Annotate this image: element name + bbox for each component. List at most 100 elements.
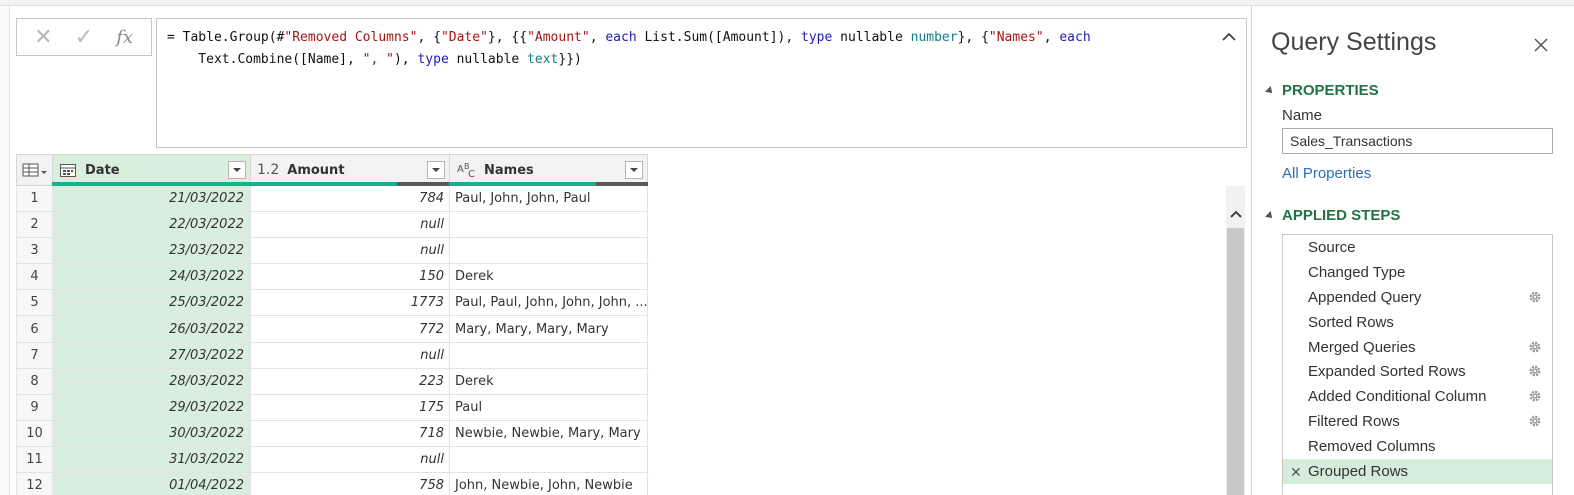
- amount-cell[interactable]: null: [250, 238, 449, 264]
- date-cell[interactable]: 22/03/2022: [52, 212, 250, 238]
- formula-text[interactable]: = Table.Group(#"Removed Columns", {"Date…: [167, 27, 1207, 71]
- applied-step[interactable]: Added Conditional Column: [1283, 384, 1552, 409]
- row-number[interactable]: 2: [16, 212, 52, 238]
- names-cell[interactable]: [449, 238, 648, 264]
- fx-icon[interactable]: fx: [108, 22, 142, 52]
- amount-cell[interactable]: 758: [250, 473, 449, 495]
- vertical-scrollbar[interactable]: [1226, 186, 1245, 495]
- gear-icon[interactable]: [1528, 340, 1542, 354]
- query-name-input[interactable]: Sales_Transactions: [1282, 128, 1553, 154]
- date-cell[interactable]: 25/03/2022: [52, 290, 250, 316]
- amount-cell[interactable]: 784: [250, 186, 449, 212]
- applied-step[interactable]: Expanded Sorted Rows: [1283, 359, 1552, 384]
- date-cell[interactable]: 01/04/2022: [52, 473, 250, 495]
- gear-icon[interactable]: [1528, 364, 1542, 378]
- left-collapsed-pane[interactable]: [0, 6, 10, 495]
- amount-cell[interactable]: null: [250, 342, 449, 368]
- filter-dropdown-date[interactable]: [228, 161, 246, 179]
- applied-step[interactable]: Sorted Rows: [1283, 310, 1552, 335]
- table-row[interactable]: 8 28/03/2022 223 Derek: [16, 368, 649, 395]
- amount-cell[interactable]: 772: [250, 316, 449, 342]
- table-row[interactable]: 1 21/03/2022 784 Paul, John, John, Paul: [16, 186, 649, 213]
- table-row[interactable]: 2 22/03/2022 null: [16, 212, 649, 239]
- properties-heading: PROPERTIES: [1282, 82, 1379, 99]
- names-cell[interactable]: Derek: [449, 368, 648, 394]
- row-number[interactable]: 3: [16, 238, 52, 264]
- amount-cell[interactable]: 175: [250, 394, 449, 420]
- date-cell[interactable]: 26/03/2022: [52, 316, 250, 342]
- gear-icon[interactable]: [1528, 414, 1542, 428]
- row-number[interactable]: 9: [16, 394, 52, 420]
- table-row[interactable]: 5 25/03/2022 1773 Paul, Paul, John, John, J…: [16, 290, 649, 317]
- properties-section[interactable]: PROPERTIES: [1265, 82, 1379, 99]
- amount-cell[interactable]: 718: [250, 420, 449, 446]
- date-cell[interactable]: 30/03/2022: [52, 420, 250, 446]
- names-cell[interactable]: Paul, John, John, Paul: [449, 186, 648, 212]
- names-cell[interactable]: Newbie, Newbie, Mary, Mary: [449, 420, 648, 446]
- amount-cell[interactable]: 1773: [250, 290, 449, 316]
- table-row[interactable]: 4 24/03/2022 150 Derek: [16, 264, 649, 291]
- date-cell[interactable]: 31/03/2022: [52, 446, 250, 473]
- row-number[interactable]: 12: [16, 473, 52, 495]
- names-cell[interactable]: [449, 342, 648, 368]
- table-row[interactable]: 6 26/03/2022 772 Mary, Mary, Mary, Mary: [16, 316, 649, 343]
- date-cell[interactable]: 23/03/2022: [52, 238, 250, 264]
- filter-dropdown-names[interactable]: [625, 161, 643, 179]
- formula-editor[interactable]: = Table.Group(#"Removed Columns", {"Date…: [156, 18, 1247, 148]
- applied-step[interactable]: Filtered Rows: [1283, 409, 1552, 434]
- row-number[interactable]: 10: [16, 420, 52, 446]
- names-cell[interactable]: [449, 212, 648, 238]
- confirm-icon[interactable]: ✓: [67, 22, 101, 52]
- all-properties-link[interactable]: All Properties: [1282, 165, 1371, 182]
- date-cell[interactable]: 29/03/2022: [52, 394, 250, 420]
- applied-step[interactable]: Source: [1283, 235, 1552, 260]
- applied-step[interactable]: ✕ Grouped Rows: [1283, 459, 1552, 484]
- applied-step[interactable]: Changed Type: [1283, 260, 1552, 285]
- step-label: Merged Queries: [1308, 338, 1416, 356]
- row-number[interactable]: 8: [16, 368, 52, 394]
- date-cell[interactable]: 24/03/2022: [52, 264, 250, 290]
- applied-step[interactable]: Appended Query: [1283, 285, 1552, 310]
- collapse-triangle-icon: [1265, 210, 1275, 221]
- names-cell[interactable]: [449, 446, 648, 473]
- scroll-thumb[interactable]: [1227, 228, 1244, 495]
- row-number[interactable]: 4: [16, 264, 52, 290]
- table-row[interactable]: 7 27/03/2022 null: [16, 342, 649, 369]
- names-cell[interactable]: Paul: [449, 394, 648, 420]
- close-icon[interactable]: [1532, 36, 1550, 54]
- names-cell[interactable]: Derek: [449, 264, 648, 290]
- row-number[interactable]: 7: [16, 342, 52, 368]
- table-row[interactable]: 11 31/03/2022 null: [16, 446, 649, 474]
- amount-cell[interactable]: 150: [250, 264, 449, 290]
- row-number[interactable]: 1: [16, 186, 52, 212]
- row-number[interactable]: 11: [16, 446, 52, 473]
- names-cell[interactable]: Paul, Paul, John, John, John, ...: [449, 290, 648, 316]
- step-label: Expanded Sorted Rows: [1308, 363, 1466, 381]
- table-row[interactable]: 3 23/03/2022 null: [16, 238, 649, 265]
- table-row[interactable]: 9 29/03/2022 175 Paul: [16, 394, 649, 421]
- applied-steps-section[interactable]: APPLIED STEPS: [1265, 207, 1400, 224]
- table-row[interactable]: 12 01/04/2022 758 John, Newbie, John, Newbi…: [16, 473, 649, 495]
- gear-icon[interactable]: [1528, 290, 1542, 304]
- amount-cell[interactable]: null: [250, 212, 449, 238]
- date-cell[interactable]: 28/03/2022: [52, 368, 250, 394]
- amount-cell[interactable]: 223: [250, 368, 449, 394]
- scroll-up-button[interactable]: [1226, 204, 1245, 224]
- gear-icon[interactable]: [1528, 389, 1542, 403]
- amount-cell[interactable]: null: [250, 446, 449, 473]
- table-menu-corner[interactable]: [16, 154, 52, 186]
- row-number[interactable]: 6: [16, 316, 52, 342]
- row-number[interactable]: 5: [16, 290, 52, 316]
- delete-step-icon[interactable]: ✕: [1290, 464, 1302, 481]
- filter-dropdown-amount[interactable]: [427, 161, 445, 179]
- names-cell[interactable]: Mary, Mary, Mary, Mary: [449, 316, 648, 342]
- cancel-icon[interactable]: ✕: [26, 22, 60, 52]
- date-cell[interactable]: 21/03/2022: [52, 186, 250, 212]
- date-cell[interactable]: 27/03/2022: [52, 342, 250, 368]
- chevron-up-icon[interactable]: [1220, 29, 1238, 45]
- names-cell[interactable]: John, Newbie, John, Newbie: [449, 473, 648, 495]
- applied-step[interactable]: Removed Columns: [1283, 434, 1552, 459]
- applied-step[interactable]: Merged Queries: [1283, 335, 1552, 360]
- table-row[interactable]: 10 30/03/2022 718 Newbie, Newbie, Mary, Mar…: [16, 420, 649, 447]
- step-label: Appended Query: [1308, 288, 1422, 306]
